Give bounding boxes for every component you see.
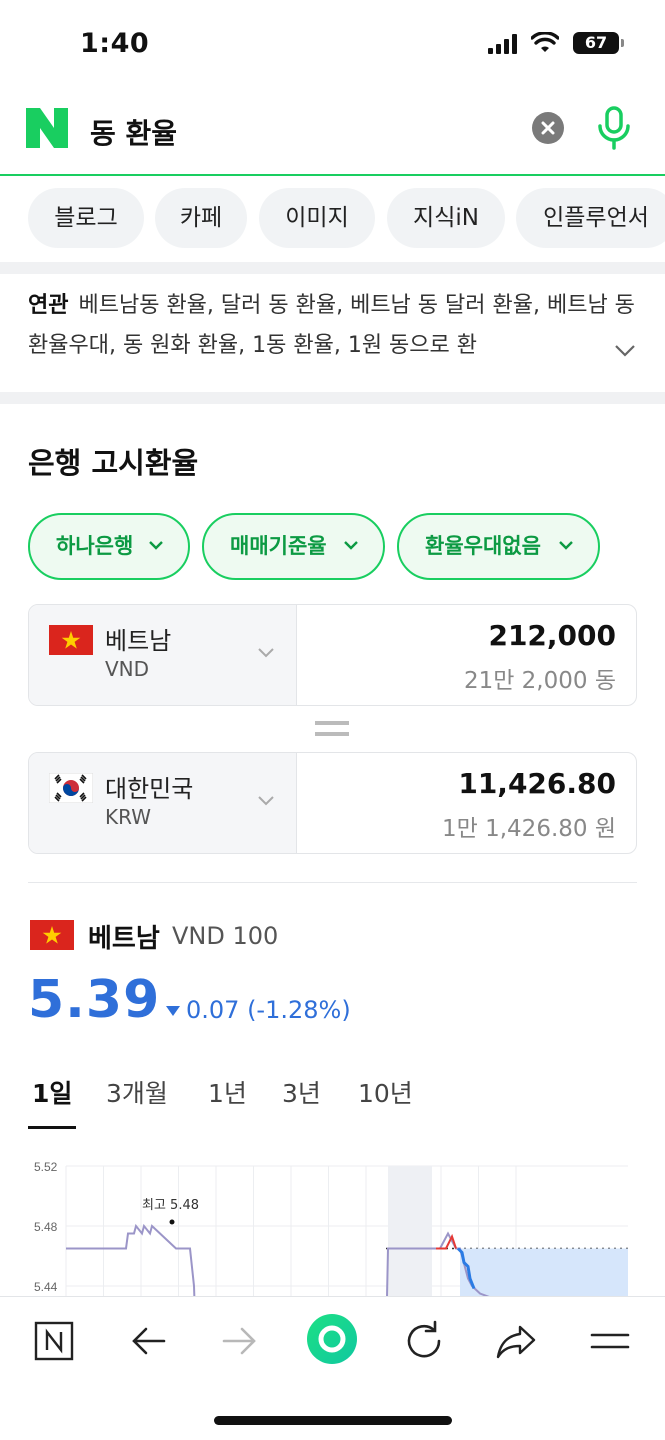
korea-flag-icon [49, 773, 93, 803]
vietnam-flag-icon [49, 625, 93, 655]
chart-annotation: 최고 5.48 [142, 1198, 199, 1213]
section-separator [0, 262, 665, 274]
tab-period-10y[interactable]: 10년 [358, 1074, 413, 1110]
tab-knowledge[interactable]: 지식iN [387, 188, 505, 248]
chevron-down-icon [149, 541, 163, 550]
section-title: 은행 고시환율 [28, 446, 199, 480]
green-dot-icon[interactable] [306, 1313, 358, 1365]
rate-type-select[interactable]: 매매기준율 [202, 513, 385, 580]
bank-select[interactable]: 하나은행 [28, 513, 190, 580]
rate-change: 0.07 (-1.28%) [166, 996, 351, 1024]
bank-select-label: 하나은행 [56, 534, 134, 558]
amount-input-from[interactable]: 212,000 [488, 619, 616, 652]
country-name: 베트남 [105, 627, 172, 655]
chart-area-fill [460, 1248, 628, 1296]
status-time: 1:40 [80, 28, 150, 59]
tab-period-1d[interactable]: 1일 [32, 1074, 72, 1110]
currency-select-from[interactable]: 베트남 VND [29, 605, 297, 705]
converter-to: 대한민국 KRW 11,426.80 1만 1,426.80 원 [28, 752, 637, 854]
clear-search-button[interactable] [532, 112, 564, 144]
y-tick-label: 5.48 [34, 1220, 58, 1234]
forward-arrow-icon[interactable] [218, 1319, 262, 1363]
chart-max-point [169, 1219, 175, 1225]
divider [28, 882, 637, 883]
converter-from: 베트남 VND 212,000 21만 2,000 동 [28, 604, 637, 706]
amount-text-from: 21만 2,000 동 [463, 668, 616, 694]
battery-icon: 67 [573, 32, 624, 54]
amount-text-to: 1만 1,426.80 원 [442, 816, 616, 842]
chevron-down-icon [344, 541, 358, 550]
rate-country: 베트남 [88, 924, 160, 954]
rate-change-text: 0.07 (-1.28%) [186, 996, 351, 1024]
tab-blog[interactable]: 블로그 [28, 188, 144, 248]
chevron-down-icon [258, 796, 274, 806]
tab-influencer[interactable]: 인플루언서 [516, 188, 665, 248]
search-bar: 동 환율 [0, 90, 665, 176]
y-tick-label: 5.52 [34, 1160, 58, 1174]
rate-unit: VND 100 [172, 922, 279, 950]
tab-images[interactable]: 이미지 [259, 188, 375, 248]
wifi-icon [531, 32, 559, 52]
preferential-rate-select[interactable]: 환율우대없음 [397, 513, 600, 580]
active-tab-indicator [28, 1126, 76, 1129]
chevron-down-icon[interactable] [613, 338, 637, 362]
rate-value: 5.39 [28, 970, 161, 1030]
signal-icon [488, 32, 517, 54]
currency-code: VND [105, 657, 150, 681]
tab-cafe[interactable]: 카페 [155, 188, 247, 248]
rate-type-label: 매매기준율 [230, 534, 327, 558]
tab-period-3m[interactable]: 3개월 [106, 1074, 168, 1110]
tab-period-3y[interactable]: 3년 [282, 1074, 321, 1110]
close-icon [541, 121, 555, 135]
back-arrow-icon[interactable] [126, 1319, 170, 1363]
equals-icon [315, 721, 349, 736]
tab-period-1y[interactable]: 1년 [208, 1074, 247, 1110]
chevron-down-icon [559, 541, 573, 550]
currency-select-to[interactable]: 대한민국 KRW [29, 753, 297, 853]
search-tabs: 블로그 카페 이미지 지식iN 인플루언서 [0, 188, 665, 250]
naver-logo[interactable] [26, 108, 68, 148]
country-name: 대한민국 [105, 775, 194, 803]
refresh-icon[interactable] [402, 1319, 446, 1363]
rate-chart-svg: 5.52 5.48 5.44 최고 5.48 [34, 1160, 628, 1296]
chart-shaded-region [388, 1166, 432, 1296]
amount-input-to[interactable]: 11,426.80 [458, 767, 616, 800]
microphone-icon[interactable] [594, 104, 634, 152]
home-indicator [214, 1416, 452, 1425]
preferential-rate-label: 환율우대없음 [425, 534, 541, 558]
related-label: 연관 [28, 293, 69, 318]
related-keywords[interactable]: 베트남동 환율, 달러 동 환율, 베트남 동 달러 환율, 베트남 동 환율우… [28, 293, 635, 358]
status-icons: 67 [488, 32, 624, 54]
naver-home-icon[interactable] [32, 1319, 76, 1363]
section-separator [0, 392, 665, 404]
vietnam-flag-icon [30, 920, 74, 950]
status-bar: 1:40 67 [0, 0, 665, 90]
related-searches: 연관 베트남동 환율, 달러 동 환율, 베트남 동 달러 환율, 베트남 동 환… [28, 286, 638, 378]
down-triangle-icon [166, 1006, 180, 1016]
rate-chart[interactable]: 5.52 5.48 5.44 최고 5.48 [0, 1150, 665, 1296]
y-tick-label: 5.44 [34, 1280, 58, 1294]
menu-icon[interactable] [588, 1319, 632, 1363]
chevron-down-icon [258, 648, 274, 658]
search-input[interactable]: 동 환율 [90, 112, 177, 152]
share-icon[interactable] [494, 1319, 538, 1363]
currency-code: KRW [105, 805, 151, 829]
